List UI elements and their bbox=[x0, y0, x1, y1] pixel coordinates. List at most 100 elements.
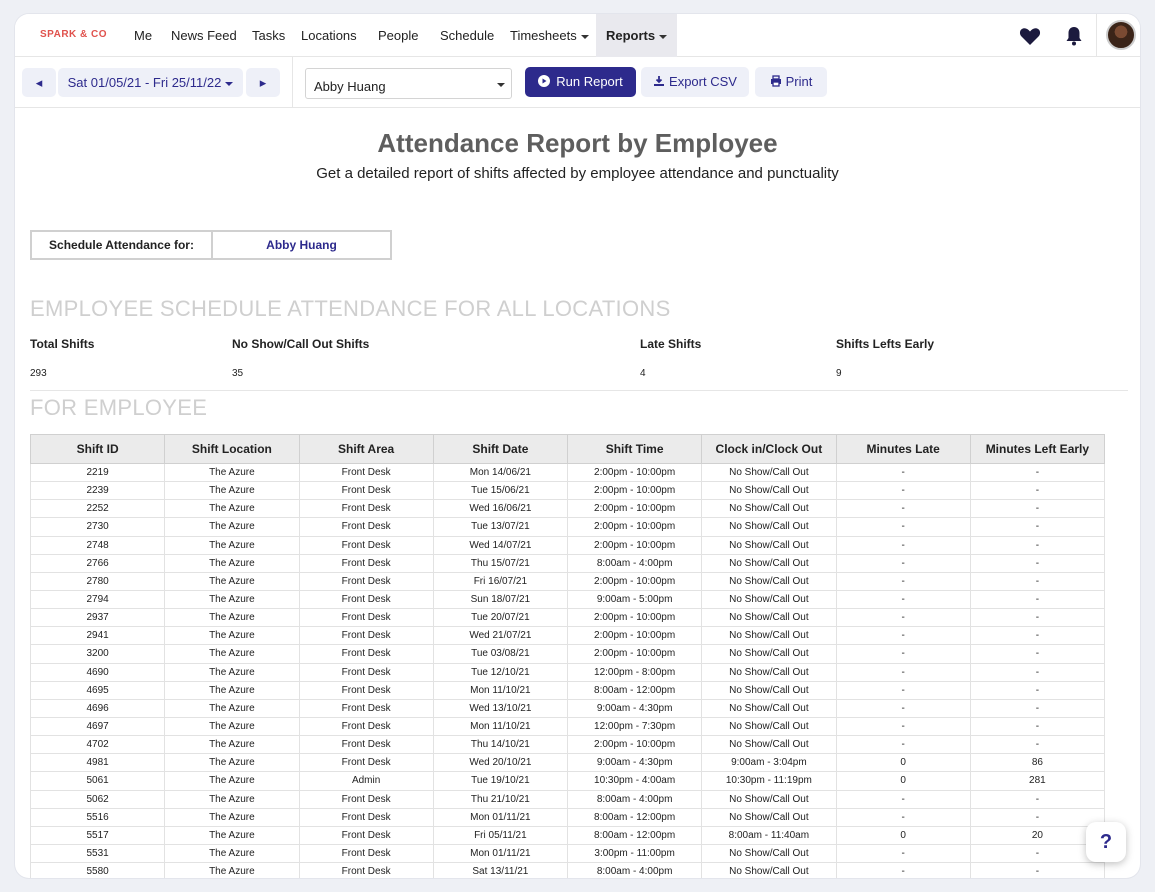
table-cell: - bbox=[969, 535, 1106, 555]
section-divider bbox=[30, 390, 1128, 391]
help-button[interactable]: ? bbox=[1086, 822, 1126, 862]
table-cell: 3200 bbox=[29, 644, 166, 664]
nav-item-news-feed[interactable]: News Feed bbox=[171, 14, 237, 57]
run-report-button[interactable]: Run Report bbox=[525, 67, 636, 97]
table-cell: Mon 01/11/21 bbox=[432, 807, 569, 827]
report-title: Attendance Report by Employee bbox=[377, 128, 778, 158]
table-cell: 10:30pm - 11:19pm bbox=[701, 771, 837, 791]
table-cell: Front Desk bbox=[298, 571, 434, 591]
table-cell: - bbox=[969, 553, 1106, 573]
table-body: 2219 The Azure Front Desk Mon 14/06/21 2:00p… bbox=[29, 462, 1106, 878]
nav-item-reports-label: Reports bbox=[606, 28, 656, 43]
table-cell: The Azure bbox=[164, 662, 300, 682]
table-cell: Front Desk bbox=[298, 644, 434, 664]
column-header: Minutes Left Early bbox=[969, 434, 1106, 464]
table-cell: Front Desk bbox=[298, 807, 434, 827]
table-cell: Wed 13/10/21 bbox=[432, 698, 569, 718]
table-cell: - bbox=[835, 626, 971, 646]
table-cell: Front Desk bbox=[298, 716, 434, 737]
table-cell: Front Desk bbox=[298, 825, 434, 845]
table-cell: 5531 bbox=[29, 843, 166, 864]
heart-icon[interactable] bbox=[1018, 24, 1042, 48]
table-cell: No Show/Call Out bbox=[701, 662, 837, 682]
table-cell: 5516 bbox=[29, 807, 166, 827]
table-row: 4695 The Azure Front Desk Mon 11/10/21 8:00a… bbox=[29, 680, 1106, 700]
table-cell: 4696 bbox=[29, 698, 166, 718]
table-cell: - bbox=[835, 571, 971, 591]
stat-value-left-early: 9 bbox=[836, 368, 842, 379]
stat-value-late-shifts: 4 bbox=[640, 368, 646, 379]
table-cell: Tue 15/06/21 bbox=[432, 481, 569, 501]
table-cell: Front Desk bbox=[298, 553, 434, 573]
table-cell: 9:00am - 4:30pm bbox=[566, 753, 703, 773]
table-cell: 8:00am - 4:00pm bbox=[566, 789, 703, 809]
table-cell: 5517 bbox=[29, 825, 166, 845]
table-cell: The Azure bbox=[164, 571, 300, 591]
table-cell: - bbox=[969, 716, 1106, 737]
nav-item-me[interactable]: Me bbox=[134, 14, 152, 57]
table-cell: - bbox=[835, 843, 971, 864]
table-cell: The Azure bbox=[164, 716, 300, 737]
table-cell: 2:00pm - 10:00pm bbox=[566, 499, 703, 519]
table-cell: - bbox=[969, 462, 1106, 483]
table-cell: - bbox=[969, 680, 1106, 700]
table-cell: - bbox=[969, 789, 1106, 809]
table-cell: Thu 15/07/21 bbox=[432, 553, 569, 573]
table-cell: - bbox=[969, 644, 1106, 664]
table-row: 5061 The Azure Admin Tue 19/10/21 10:30pm - … bbox=[29, 771, 1106, 791]
export-csv-button[interactable]: Export CSV bbox=[641, 67, 749, 97]
table-cell: The Azure bbox=[164, 535, 300, 555]
table-cell: 4981 bbox=[29, 753, 166, 773]
stat-label-left-early: Shifts Lefts Early bbox=[836, 337, 935, 351]
table-cell: 2730 bbox=[29, 517, 166, 537]
print-button[interactable]: Print bbox=[755, 67, 827, 97]
table-cell: The Azure bbox=[164, 843, 300, 864]
table-cell: Sun 18/07/21 bbox=[432, 589, 569, 610]
download-icon bbox=[654, 76, 665, 86]
table-cell: Tue 20/07/21 bbox=[432, 608, 569, 628]
table-row: 2730 The Azure Front Desk Tue 13/07/21 2:00p… bbox=[29, 517, 1106, 537]
nav-item-people[interactable]: People bbox=[378, 14, 418, 57]
table-cell: 2:00pm - 10:00pm bbox=[566, 735, 703, 755]
table-cell: 8:00am - 12:00pm bbox=[566, 825, 703, 845]
table-cell: The Azure bbox=[164, 789, 300, 809]
table-row: 5580 The Azure Front Desk Sat 13/11/21 8:00a… bbox=[29, 862, 1106, 878]
chevron-down-icon bbox=[497, 83, 505, 87]
employee-select-value: Abby Huang bbox=[314, 79, 386, 94]
schedule-attendance-box: Schedule Attendance for: Abby Huang bbox=[30, 230, 392, 260]
avatar[interactable] bbox=[1106, 20, 1136, 50]
nav-item-tasks[interactable]: Tasks bbox=[252, 14, 285, 57]
table-cell: 2239 bbox=[29, 481, 166, 501]
table-cell: 20 bbox=[969, 825, 1106, 845]
schedule-attendance-employee: Abby Huang bbox=[266, 238, 337, 252]
nav-item-locations[interactable]: Locations bbox=[301, 14, 357, 57]
table-cell: 2219 bbox=[29, 462, 166, 483]
table-cell: - bbox=[969, 589, 1106, 610]
table-row: 3200 The Azure Front Desk Tue 03/08/21 2:00p… bbox=[29, 644, 1106, 664]
table-cell: 2:00pm - 10:00pm bbox=[566, 608, 703, 628]
nav-item-reports[interactable]: Reports bbox=[596, 14, 678, 57]
table-cell: - bbox=[835, 735, 971, 755]
prev-range-button[interactable]: ◂ bbox=[22, 68, 56, 97]
table-cell: Tue 03/08/21 bbox=[432, 644, 569, 664]
table-cell: - bbox=[969, 626, 1106, 646]
next-range-button[interactable]: ▸ bbox=[246, 68, 280, 97]
nav-item-schedule[interactable]: Schedule bbox=[440, 14, 494, 57]
brand-logo[interactable]: SPARK & CO bbox=[40, 29, 107, 40]
table-cell: The Azure bbox=[164, 698, 300, 718]
date-range-picker[interactable]: Sat 01/05/21 - Fri 25/11/22 bbox=[58, 68, 243, 97]
table-cell: - bbox=[835, 807, 971, 827]
nav-item-timesheets[interactable]: Timesheets bbox=[510, 14, 589, 57]
bell-icon[interactable] bbox=[1062, 24, 1086, 48]
table-cell: Sat 13/11/21 bbox=[432, 862, 569, 878]
date-range-label: Sat 01/05/21 - Fri 25/11/22 bbox=[67, 75, 222, 90]
table-cell: Tue 13/07/21 bbox=[432, 517, 569, 537]
table-row: 2937 The Azure Front Desk Tue 20/07/21 2:00p… bbox=[29, 608, 1106, 628]
table-cell: - bbox=[835, 789, 971, 809]
table-cell: No Show/Call Out bbox=[701, 553, 837, 573]
table-cell: Front Desk bbox=[298, 862, 434, 878]
table-cell: The Azure bbox=[164, 499, 300, 519]
table-cell: 2941 bbox=[29, 626, 166, 646]
employee-select[interactable]: Abby Huang bbox=[305, 68, 512, 99]
table-cell: - bbox=[969, 807, 1106, 827]
